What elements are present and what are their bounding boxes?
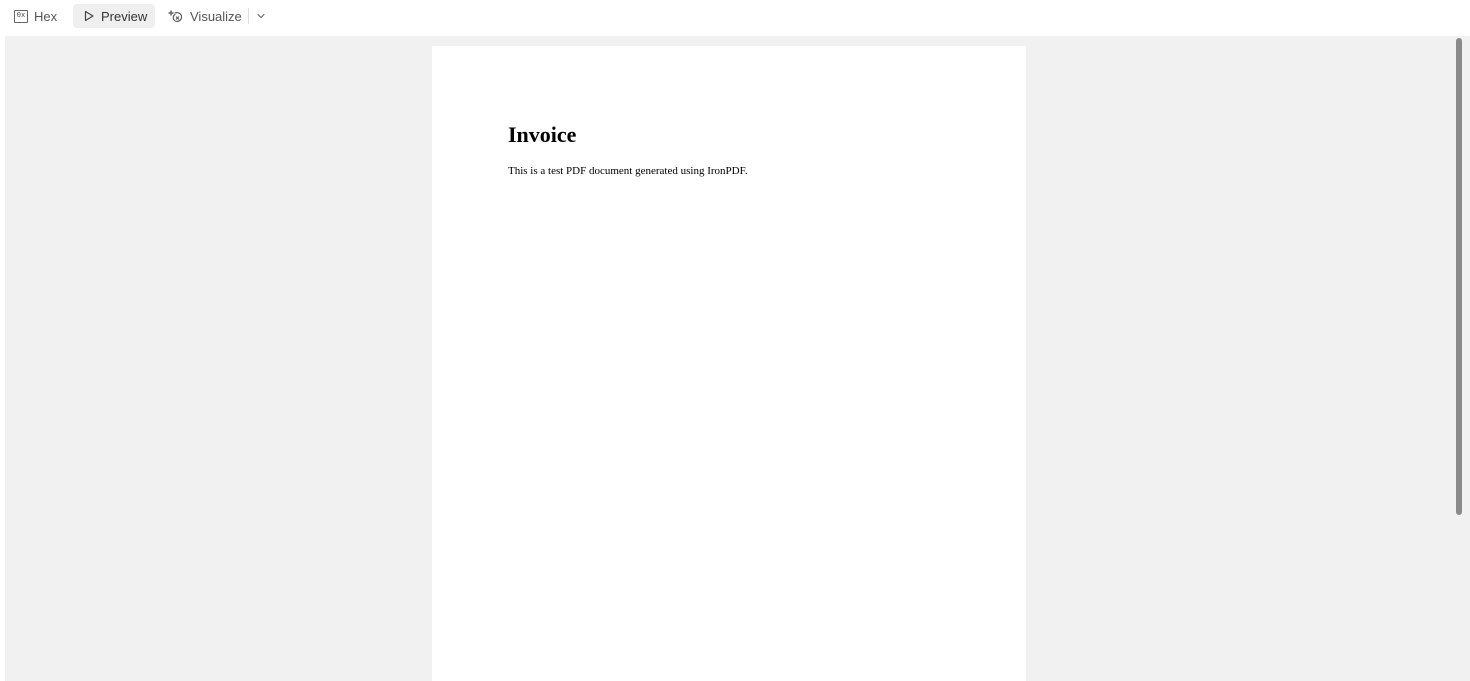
- visualize-tab[interactable]: Visualize: [162, 4, 248, 28]
- toolbar-divider: [248, 8, 249, 24]
- hex-tab[interactable]: 0x Hex: [8, 4, 63, 28]
- chevron-down-icon: [256, 11, 266, 21]
- preview-tab[interactable]: Preview: [73, 4, 156, 28]
- sparkle-icon: [168, 8, 184, 24]
- play-icon: [83, 10, 95, 22]
- toolbar: 0x Hex Preview Visualize: [0, 0, 1470, 36]
- pdf-page: Invoice This is a test PDF document gene…: [432, 46, 1026, 681]
- document-body-text: This is a test PDF document generated us…: [508, 165, 748, 177]
- vertical-scrollbar[interactable]: [1456, 38, 1462, 515]
- preview-tab-label: Preview: [101, 8, 148, 24]
- hex-tab-label: Hex: [34, 8, 58, 24]
- hex-icon: 0x: [14, 9, 28, 23]
- pdf-viewer[interactable]: Invoice This is a test PDF document gene…: [5, 36, 1470, 681]
- hex-badge: 0x: [14, 9, 28, 23]
- document-title: Invoice: [508, 122, 577, 147]
- visualize-tab-label: Visualize: [190, 8, 242, 24]
- more-options-button[interactable]: [252, 4, 270, 28]
